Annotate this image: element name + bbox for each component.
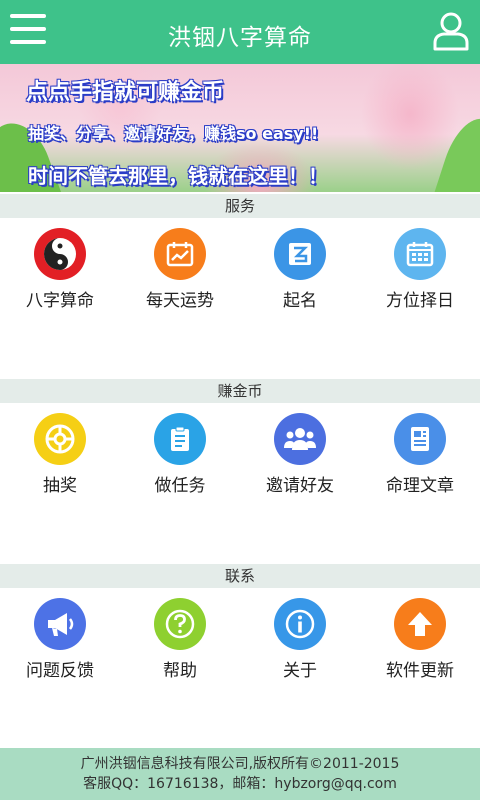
lottery-label: 抽奖	[43, 476, 77, 496]
feedback-label: 问题反馈	[26, 661, 94, 681]
contact-info-text: 客服QQ：16716138，邮箱：hybzorg@qq.com	[83, 776, 397, 792]
user-icon[interactable]	[432, 11, 470, 51]
bazi-fortune-label: 八字算命	[26, 291, 94, 311]
help-label: 帮助	[163, 661, 197, 681]
tasks-button[interactable]: 做任务	[120, 403, 240, 496]
contact-grid: 问题反馈 帮助 关于 软件更新	[0, 588, 480, 688]
people-icon	[274, 413, 326, 465]
bazi-fortune-button[interactable]: 八字算命	[0, 218, 120, 311]
about-button[interactable]: 关于	[240, 588, 360, 681]
feedback-button[interactable]: 问题反馈	[0, 588, 120, 681]
banner-subline: 抽奖、分享、邀请好友，赚钱so easy!!	[28, 124, 319, 143]
section-title-service: 服务	[0, 194, 480, 218]
articles-button[interactable]: 命理文章	[360, 403, 480, 496]
software-update-label: 软件更新	[386, 661, 454, 681]
invite-friends-label: 邀请好友	[266, 476, 334, 496]
daily-fortune-label: 每天运势	[146, 291, 214, 311]
software-update-button[interactable]: 软件更新	[360, 588, 480, 681]
banner-headline: 点点手指就可赚金币	[26, 80, 225, 105]
invite-friends-button[interactable]: 邀请好友	[240, 403, 360, 496]
date-selection-button[interactable]: 方位择日	[360, 218, 480, 311]
date-selection-label: 方位择日	[386, 291, 454, 311]
name-tag-icon	[274, 228, 326, 280]
help-button[interactable]: 帮助	[120, 588, 240, 681]
app-header: 洪铟八字算命	[0, 0, 480, 64]
copyright-text: 广州洪铟信息科技有限公司,版权所有©2011-2015	[80, 756, 400, 772]
banner-tagline: 时间不管去那里，钱就在这里！！	[28, 164, 328, 188]
section-title-contact: 联系	[0, 564, 480, 588]
clipboard-icon	[154, 413, 206, 465]
calendar-icon	[394, 228, 446, 280]
footer: 广州洪铟信息科技有限公司,版权所有©2011-2015 客服QQ：1671613…	[0, 748, 480, 800]
section-title-earn-coins: 赚金币	[0, 379, 480, 403]
about-label: 关于	[283, 661, 317, 681]
naming-button[interactable]: 起名	[240, 218, 360, 311]
earn-coins-grid: 抽奖 做任务 邀请好友 命理文章	[0, 403, 480, 503]
service-grid: 八字算命 每天运势 起名 方位择日	[0, 218, 480, 318]
megaphone-icon	[34, 598, 86, 650]
help-icon	[154, 598, 206, 650]
lottery-wheel-icon	[34, 413, 86, 465]
upload-arrow-icon	[394, 598, 446, 650]
calendar-chart-icon	[154, 228, 206, 280]
info-icon	[274, 598, 326, 650]
article-icon	[394, 413, 446, 465]
app-title: 洪铟八字算命	[168, 25, 312, 51]
articles-label: 命理文章	[386, 476, 454, 496]
yin-yang-icon	[34, 228, 86, 280]
daily-fortune-button[interactable]: 每天运势	[120, 218, 240, 311]
tasks-label: 做任务	[154, 476, 206, 496]
naming-label: 起名	[283, 291, 317, 311]
lottery-button[interactable]: 抽奖	[0, 403, 120, 496]
promo-banner[interactable]: 点点手指就可赚金币 抽奖、分享、邀请好友，赚钱so easy!! 时间不管去那里…	[0, 64, 480, 192]
